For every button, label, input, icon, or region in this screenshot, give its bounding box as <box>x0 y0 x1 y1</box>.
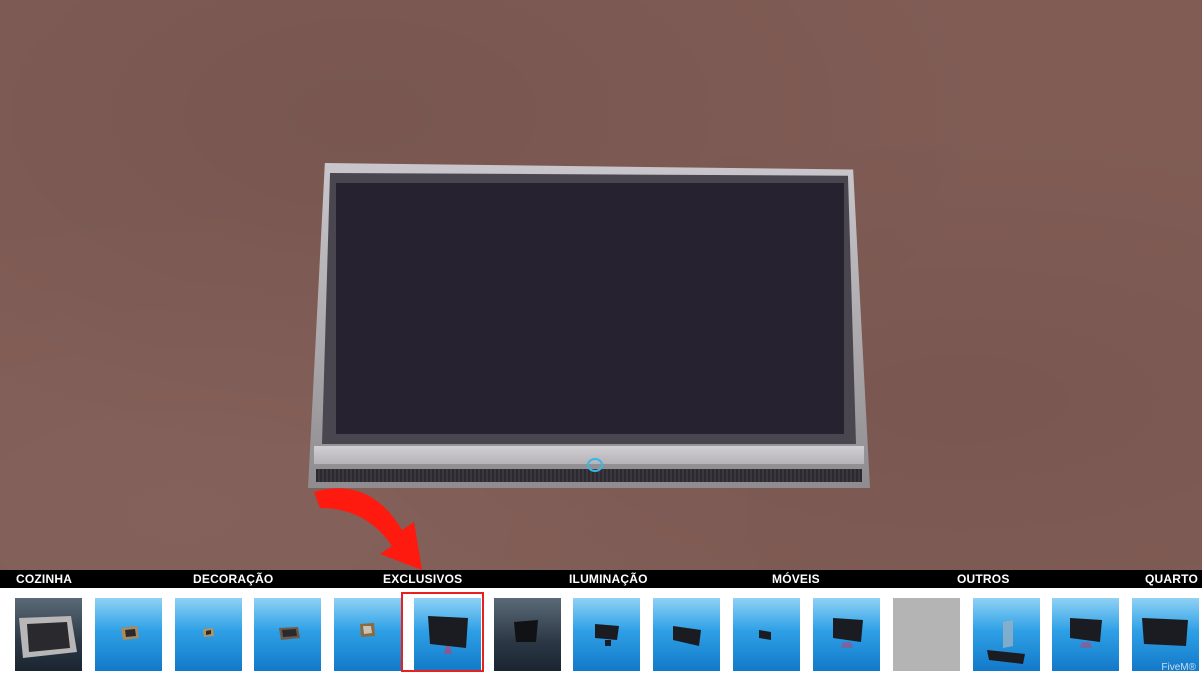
category-exclusivos[interactable]: EXCLUSIVOS <box>383 572 462 586</box>
tv-crt-icon <box>19 616 77 658</box>
item-catalog-bar <box>0 588 1202 676</box>
game-viewport <box>0 0 1202 570</box>
item-tv-flat-stand-3[interactable] <box>1052 598 1119 671</box>
tv-box-icon <box>279 627 300 640</box>
tv-screen <box>336 183 844 434</box>
category-outros[interactable]: OUTROS <box>957 572 1010 586</box>
tv-bezel <box>322 173 856 444</box>
item-tv-flat-selected[interactable] <box>414 598 481 671</box>
tv-wall-mount-icon <box>987 620 1025 664</box>
item-tv-box-wide[interactable] <box>254 598 321 671</box>
category-quarto[interactable]: QUARTO <box>1145 572 1198 586</box>
tv-flat-icon <box>1142 618 1188 646</box>
placed-tv-model[interactable] <box>308 163 870 488</box>
fivem-watermark: FiveM® <box>1161 662 1196 673</box>
item-tv-box-small[interactable] <box>95 598 162 671</box>
power-light-icon <box>587 458 603 472</box>
item-tv-box-tiny[interactable] <box>175 598 242 671</box>
category-iluminacao[interactable]: ILUMINAÇÃO <box>569 572 648 586</box>
tv-flat-icon <box>673 626 701 646</box>
category-cozinha[interactable]: COZINHA <box>16 572 72 586</box>
tv-flat-icon <box>1070 618 1102 648</box>
tv-flat-icon <box>514 620 538 642</box>
item-tv-retro[interactable] <box>334 598 401 671</box>
tv-box-icon <box>121 626 139 640</box>
tv-flat-icon <box>595 624 619 646</box>
category-moveis[interactable]: MÓVEIS <box>772 572 820 586</box>
tv-flat-icon <box>428 616 468 654</box>
tv-flat-icon <box>833 618 863 648</box>
item-tv-flat-small[interactable] <box>733 598 800 671</box>
category-bar: COZINHA DECORAÇÃO EXCLUSIVOS ILUMINAÇÃO … <box>0 570 1202 588</box>
item-tv-crt-large[interactable] <box>15 598 82 671</box>
item-tv-flat-large[interactable] <box>1132 598 1199 671</box>
category-decoracao[interactable]: DECORAÇÃO <box>193 572 273 586</box>
item-tv-flat-angled[interactable] <box>653 598 720 671</box>
tv-flat-icon <box>759 630 771 640</box>
item-tv-flat-stand[interactable] <box>573 598 640 671</box>
red-curved-arrow-icon <box>314 488 422 570</box>
tv-box-icon <box>203 628 214 637</box>
item-tv-flat-stand-2[interactable] <box>813 598 880 671</box>
item-tv-wall-mount[interactable] <box>973 598 1040 671</box>
tv-retro-icon <box>360 623 375 637</box>
item-empty[interactable] <box>893 598 960 671</box>
item-tv-flat-dark[interactable] <box>494 598 561 671</box>
